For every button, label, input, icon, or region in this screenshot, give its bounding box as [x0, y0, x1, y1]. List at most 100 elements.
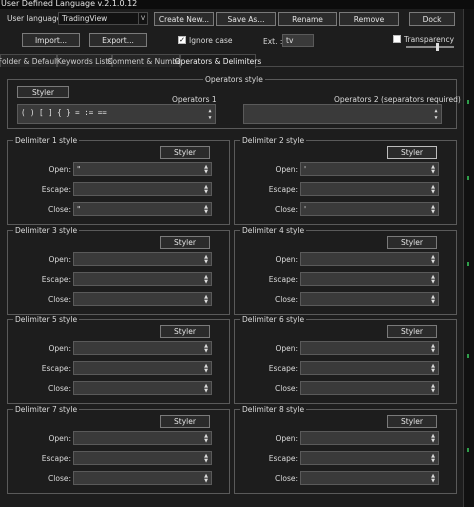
delimiter-1-close-input[interactable]: " ▲ ▼: [73, 202, 212, 216]
scroll-down-icon[interactable]: ▼: [429, 260, 437, 265]
scroll-down-icon[interactable]: ▼: [429, 349, 437, 354]
tab-folder-default[interactable]: Folder & Default: [0, 54, 59, 67]
margin-marker: [467, 354, 469, 358]
delimiter-2-close-input[interactable]: ' ▲ ▼: [300, 202, 439, 216]
save-as-button[interactable]: Save As...: [216, 12, 276, 26]
scroll-down-icon[interactable]: ▼: [429, 170, 437, 175]
delimiter-2-open-label: Open:: [275, 165, 298, 174]
delimiter-8-styler-button[interactable]: Styler: [387, 415, 437, 428]
transparency-slider-thumb[interactable]: [436, 43, 439, 51]
delimiter-1-open-value: ": [77, 164, 81, 174]
delimiter-3-escape-input[interactable]: ▲ ▼: [73, 272, 212, 286]
user-language-value: TradingView: [62, 14, 108, 23]
tab-bar: Folder & Default Keywords Lists Comment …: [0, 54, 464, 68]
delimiter-6-escape-input[interactable]: ▲ ▼: [300, 361, 439, 375]
delimiter-8-title: Delimiter 8 style: [240, 405, 307, 414]
delimiter-4-styler-button[interactable]: Styler: [387, 236, 437, 249]
create-new-button[interactable]: Create New...: [154, 12, 214, 26]
scroll-down-icon[interactable]: ▼: [202, 349, 210, 354]
delimiter-2-title: Delimiter 2 style: [240, 136, 307, 145]
delimiter-7-styler-button[interactable]: Styler: [160, 415, 210, 428]
scroll-down-icon[interactable]: ▼: [429, 479, 437, 484]
delimiter-1-styler-button[interactable]: Styler: [160, 146, 210, 159]
delimiter-1-escape-input[interactable]: ▲ ▼: [73, 182, 212, 196]
tab-comment-number[interactable]: Comment & Number: [107, 54, 185, 67]
delimiter-6-open-input[interactable]: ▲ ▼: [300, 341, 439, 355]
delimiter-2-open-value: ': [304, 164, 307, 174]
delimiter-3-open-input[interactable]: ▲ ▼: [73, 252, 212, 266]
delimiter-7-close-input[interactable]: ▲ ▼: [73, 471, 212, 485]
scroll-down-icon[interactable]: ▼: [429, 439, 437, 444]
scroll-down-icon[interactable]: ▼: [429, 280, 437, 285]
ignore-case-checkbox[interactable]: [178, 36, 186, 44]
delimiter-8-open-input[interactable]: ▲ ▼: [300, 431, 439, 445]
delimiter-8-open-label: Open:: [275, 434, 298, 443]
scroll-down-icon[interactable]: ▼: [202, 260, 210, 265]
tab-operators-delimiters[interactable]: Operators & Delimiters: [175, 54, 261, 68]
delimiter-8-escape-label: Escape:: [268, 454, 298, 463]
rename-button[interactable]: Rename: [278, 12, 337, 26]
remove-button[interactable]: Remove: [339, 12, 399, 26]
delimiter-5-open-input[interactable]: ▲ ▼: [73, 341, 212, 355]
operators-styler-button[interactable]: Styler: [17, 86, 69, 98]
transparency-checkbox[interactable]: [393, 35, 401, 43]
delimiter-5-escape-input[interactable]: ▲ ▼: [73, 361, 212, 375]
scroll-down-icon[interactable]: ▼: [429, 190, 437, 195]
scroll-up-icon[interactable]: ▲: [206, 109, 214, 114]
scroll-down-icon[interactable]: ▼: [202, 479, 210, 484]
ignore-case-label: Ignore case: [189, 36, 233, 45]
delimiter-1-escape-label: Escape:: [41, 185, 71, 194]
export-button[interactable]: Export...: [89, 33, 147, 47]
transparency-slider-track[interactable]: [406, 46, 454, 48]
scroll-down-icon[interactable]: ▼: [429, 210, 437, 215]
delimiter-6-close-label: Close:: [275, 384, 298, 393]
scroll-down-icon[interactable]: ▼: [202, 439, 210, 444]
delimiter-7-escape-input[interactable]: ▲ ▼: [73, 451, 212, 465]
dock-button[interactable]: Dock: [409, 12, 455, 26]
scroll-down-icon[interactable]: ▼: [202, 300, 210, 305]
delimiter-4-close-input[interactable]: ▲ ▼: [300, 292, 439, 306]
scroll-up-icon[interactable]: ▲: [432, 109, 440, 114]
delimiter-2-escape-input[interactable]: ▲ ▼: [300, 182, 439, 196]
delimiter-2-open-input[interactable]: ' ▲ ▼: [300, 162, 439, 176]
import-button[interactable]: Import...: [22, 33, 80, 47]
scroll-down-icon[interactable]: ▼: [429, 369, 437, 374]
scroll-down-icon[interactable]: ▼: [432, 116, 440, 121]
operators2-textarea[interactable]: ▲ ▼: [243, 104, 442, 124]
delimiter-3-close-input[interactable]: ▲ ▼: [73, 292, 212, 306]
delimiter-3-escape-label: Escape:: [41, 275, 71, 284]
delimiter-8-close-input[interactable]: ▲ ▼: [300, 471, 439, 485]
delimiter-7-open-input[interactable]: ▲ ▼: [73, 431, 212, 445]
margin-marker: [467, 176, 469, 180]
delimiter-4-escape-input[interactable]: ▲ ▼: [300, 272, 439, 286]
scroll-down-icon[interactable]: ▼: [202, 369, 210, 374]
delimiter-5-title: Delimiter 5 style: [13, 315, 80, 324]
scroll-down-icon[interactable]: ▼: [202, 170, 210, 175]
delimiter-6-escape-label: Escape:: [268, 364, 298, 373]
user-language-select[interactable]: TradingView V: [58, 12, 148, 25]
delimiter-4-open-input[interactable]: ▲ ▼: [300, 252, 439, 266]
scroll-down-icon[interactable]: ▼: [202, 459, 210, 464]
delimiter-6-styler-button[interactable]: Styler: [387, 325, 437, 338]
scroll-down-icon[interactable]: ▼: [202, 190, 210, 195]
scroll-down-icon[interactable]: ▼: [429, 300, 437, 305]
delimiter-6-close-input[interactable]: ▲ ▼: [300, 381, 439, 395]
operators1-label: Operators 1: [172, 95, 217, 104]
operators1-textarea[interactable]: ( ) [ ] { } = := == ▲ ▼: [17, 104, 216, 124]
delimiter-5-styler-button[interactable]: Styler: [160, 325, 210, 338]
delimiter-5-close-label: Close:: [48, 384, 71, 393]
scroll-down-icon[interactable]: ▼: [206, 116, 214, 121]
delimiter-3-styler-button[interactable]: Styler: [160, 236, 210, 249]
delimiter-5-close-input[interactable]: ▲ ▼: [73, 381, 212, 395]
scroll-down-icon[interactable]: ▼: [202, 280, 210, 285]
scroll-down-icon[interactable]: ▼: [429, 459, 437, 464]
delimiter-8-escape-input[interactable]: ▲ ▼: [300, 451, 439, 465]
delimiter-1-open-input[interactable]: " ▲ ▼: [73, 162, 212, 176]
delimiter-2-styler-button[interactable]: Styler: [387, 146, 437, 159]
tab-keywords-lists[interactable]: Keywords Lists: [57, 54, 112, 67]
scroll-down-icon[interactable]: ▼: [429, 389, 437, 394]
delimiter-7-open-label: Open:: [48, 434, 71, 443]
scroll-down-icon[interactable]: ▼: [202, 210, 210, 215]
ext-input[interactable]: tv: [282, 34, 314, 47]
scroll-down-icon[interactable]: ▼: [202, 389, 210, 394]
